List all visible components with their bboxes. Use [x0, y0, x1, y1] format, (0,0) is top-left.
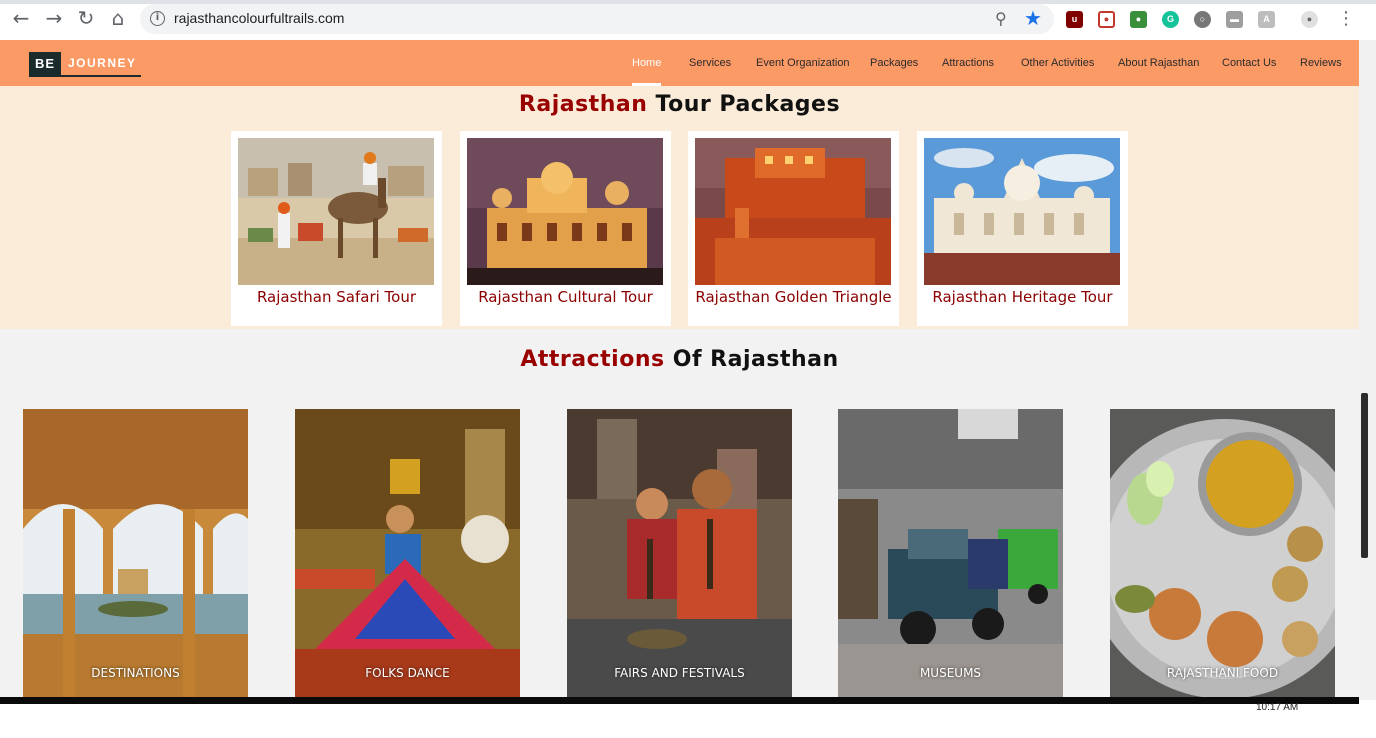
nav-home[interactable]: Home: [632, 40, 662, 86]
page-scrollbar[interactable]: [1359, 40, 1376, 700]
site-logo[interactable]: BE JOURNEY: [29, 52, 141, 77]
attraction-label-rajasthani-food[interactable]: RAJASTHANI FOOD: [1110, 666, 1335, 680]
nav-other-activities[interactable]: Other Activities: [1021, 40, 1094, 86]
back-icon[interactable]: ←: [8, 5, 34, 31]
taskbar-clock: 10:17 AM: [1256, 702, 1299, 713]
attraction-label-destinations[interactable]: DESTINATIONS: [23, 666, 248, 680]
forward-icon[interactable]: →: [41, 5, 67, 31]
fairs-festivals-image: [567, 409, 792, 700]
taskbar: [0, 700, 1376, 738]
browser-menu-icon[interactable]: ⋮: [1337, 8, 1355, 29]
attraction-card-destinations[interactable]: DESTINATIONS: [23, 409, 248, 700]
extension-window-icon[interactable]: ▬: [1226, 11, 1243, 28]
attraction-card-rajasthani-food[interactable]: RAJASTHANI FOOD: [1110, 409, 1335, 700]
logo-be: BE: [29, 52, 61, 75]
destinations-image: [23, 409, 248, 700]
nav-contact-us[interactable]: Contact Us: [1222, 40, 1276, 86]
packages-title-accent: Rajasthan: [518, 92, 648, 117]
attraction-label-fairs-festivals[interactable]: FAIRS AND FESTIVALS: [567, 666, 792, 680]
extension-shield-icon[interactable]: ●: [1098, 11, 1115, 28]
attractions-title-rest: Of Rajasthan: [664, 347, 839, 372]
logo-journey: JOURNEY: [68, 56, 137, 70]
zoom-icon[interactable]: ⚲: [995, 9, 1007, 28]
package-label-golden-triangle[interactable]: Rajasthan Golden Triangle: [688, 288, 899, 306]
nav-packages[interactable]: Packages: [870, 40, 918, 86]
url-text[interactable]: rajasthancolourfultrails.com: [174, 10, 344, 26]
nav-services[interactable]: Services: [689, 40, 731, 86]
profile-avatar-icon[interactable]: ●: [1301, 11, 1318, 28]
grammarly-extension-icon[interactable]: G: [1162, 11, 1179, 28]
extension-globe-icon[interactable]: ●: [1130, 11, 1147, 28]
attractions-title: Attractions Of Rajasthan: [0, 347, 1359, 372]
museums-image: [838, 409, 1063, 700]
attractions-title-accent: Attractions: [520, 347, 665, 372]
attraction-label-folks-dance[interactable]: FOLKS DANCE: [295, 666, 520, 680]
reload-icon[interactable]: ↻: [73, 5, 99, 31]
home-icon[interactable]: ⌂: [105, 5, 131, 31]
cultural-tour-image[interactable]: [467, 138, 663, 285]
nav-reviews[interactable]: Reviews: [1300, 40, 1342, 86]
attraction-card-fairs-festivals[interactable]: FAIRS AND FESTIVALS: [567, 409, 792, 700]
address-bar[interactable]: i rajasthancolourfultrails.com ⚲ ★: [140, 4, 1054, 34]
taskbar-strip: [0, 697, 1359, 704]
golden-triangle-image[interactable]: [695, 138, 891, 285]
attraction-card-museums[interactable]: MUSEUMS: [838, 409, 1063, 700]
rajasthani-food-image: [1110, 409, 1335, 700]
extension-circle-icon[interactable]: ○: [1194, 11, 1211, 28]
nav-attractions[interactable]: Attractions: [942, 40, 994, 86]
ublock-extension-icon[interactable]: u: [1066, 11, 1083, 28]
attraction-label-museums[interactable]: MUSEUMS: [838, 666, 1063, 680]
packages-title-rest: Tour Packages: [647, 92, 841, 117]
package-card-safari[interactable]: Rajasthan Safari Tour: [231, 131, 442, 326]
folks-dance-image: [295, 409, 520, 700]
safari-tour-image[interactable]: [238, 138, 434, 285]
heritage-tour-image[interactable]: [924, 138, 1120, 285]
attraction-card-folks-dance[interactable]: FOLKS DANCE: [295, 409, 520, 700]
packages-title: Rajasthan Tour Packages: [0, 92, 1359, 117]
package-card-heritage[interactable]: Rajasthan Heritage Tour: [917, 131, 1128, 326]
info-icon[interactable]: i: [150, 11, 165, 26]
bookmark-star-icon[interactable]: ★: [1024, 6, 1042, 30]
package-label-heritage[interactable]: Rajasthan Heritage Tour: [917, 288, 1128, 306]
tour-packages-section: [0, 86, 1359, 329]
nav-event-organization[interactable]: Event Organization: [756, 40, 850, 86]
package-card-golden-triangle[interactable]: Rajasthan Golden Triangle: [688, 131, 899, 326]
package-card-cultural[interactable]: Rajasthan Cultural Tour: [460, 131, 671, 326]
package-label-cultural[interactable]: Rajasthan Cultural Tour: [460, 288, 671, 306]
package-label-safari[interactable]: Rajasthan Safari Tour: [231, 288, 442, 306]
scrollbar-thumb[interactable]: [1361, 393, 1368, 558]
extension-font-icon[interactable]: A: [1258, 11, 1275, 28]
nav-about-rajasthan[interactable]: About Rajasthan: [1118, 40, 1199, 86]
